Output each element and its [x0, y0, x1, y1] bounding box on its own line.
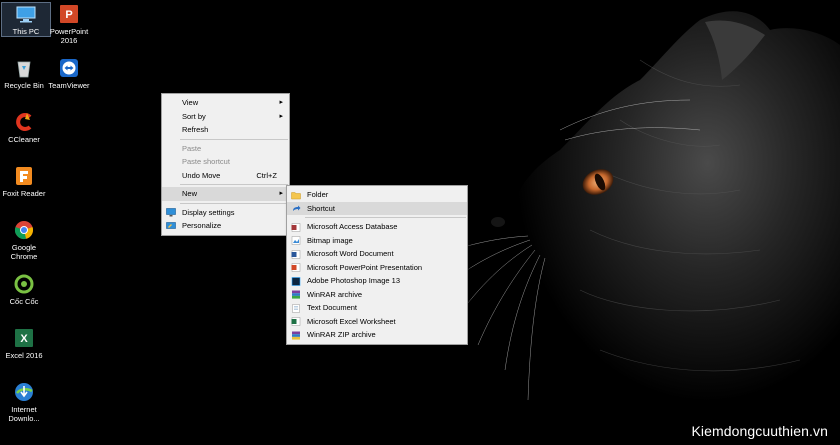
desktop-icon-label: Internet Downlo... — [8, 405, 40, 423]
desktop-icon-label: Foxit Reader — [2, 189, 46, 198]
menu-item-label: WinRAR ZIP archive — [307, 330, 376, 339]
chevron-right-icon: ▸ — [279, 190, 283, 197]
desktop-icon-this-pc[interactable]: This PC — [1, 2, 51, 37]
text-document-icon — [292, 303, 300, 313]
desktop-icon-teamviewer[interactable]: TeamViewer — [45, 57, 93, 90]
menu-item-label: WinRAR archive — [307, 289, 363, 299]
desktop-icon-excel[interactable]: X Excel 2016 — [0, 327, 48, 360]
foxit-icon — [16, 167, 32, 185]
menu-item-display-settings[interactable]: Display settings — [162, 206, 289, 220]
recycle-bin-icon — [17, 61, 31, 78]
menu-item-refresh[interactable]: Refresh — [162, 123, 289, 137]
computer-icon — [16, 6, 36, 23]
desktop-icon-label: This PC — [12, 27, 40, 36]
menu-item-undo-move[interactable]: Undo Move Ctrl+Z — [162, 169, 289, 183]
menu-item-label: Bitmap image — [307, 235, 353, 245]
photoshop-icon — [291, 276, 301, 286]
svg-text:X: X — [20, 333, 28, 345]
coccoc-icon — [14, 274, 34, 294]
menu-item-label: Paste shortcut — [182, 157, 230, 166]
menu-item-label: Microsoft Excel Worksheet — [307, 316, 396, 326]
menu-separator — [305, 217, 466, 218]
menu-separator — [180, 184, 288, 185]
menu-item-view[interactable]: View ▸ — [162, 96, 289, 110]
menu-item-label: Microsoft Word Document — [307, 249, 394, 258]
new-item-winrar-zip-archive[interactable]: WinRAR ZIP archive — [287, 328, 467, 342]
chrome-icon — [14, 221, 34, 240]
menu-item-label: Adobe Photoshop Image 13 — [307, 276, 400, 285]
desktop-icon-label: PowerPoint 2016 — [49, 27, 89, 45]
winrar-zip-icon — [292, 331, 300, 340]
menu-item-label: Undo Move — [182, 170, 221, 180]
teamviewer-icon — [60, 59, 78, 77]
desktop-icon-label: Google Chrome — [10, 243, 38, 261]
new-item-powerpoint-presentation[interactable]: Microsoft PowerPoint Presentation — [287, 261, 467, 275]
desktop-icon-chrome[interactable]: Google Chrome — [0, 219, 48, 261]
display-settings-icon — [166, 208, 176, 217]
winrar-icon — [292, 290, 300, 299]
desktop-icon-foxit[interactable]: Foxit Reader — [0, 165, 48, 198]
excel-icon — [291, 317, 301, 326]
menu-item-paste-shortcut: Paste shortcut — [162, 155, 289, 169]
desktop-icon-ccleaner[interactable]: CCleaner — [0, 111, 48, 144]
desktop-icon-label: Excel 2016 — [5, 351, 43, 360]
desktop-icon-coccoc[interactable]: Cốc Cốc — [0, 273, 48, 306]
menu-item-label: Shortcut — [307, 203, 335, 213]
desktop-icon-label: Recycle Bin — [4, 81, 44, 90]
menu-item-sort-by[interactable]: Sort by ▸ — [162, 110, 289, 124]
menu-item-label: Text Document — [307, 303, 358, 312]
menu-item-label: Microsoft PowerPoint Presentation — [307, 262, 423, 272]
access-icon — [291, 222, 301, 232]
personalize-icon — [166, 221, 176, 229]
desktop-icon-powerpoint[interactable]: P PowerPoint 2016 — [45, 3, 93, 45]
menu-item-paste: Paste — [162, 142, 289, 156]
new-submenu: Folder Shortcut Microsoft Access Databas… — [286, 185, 468, 345]
new-item-folder[interactable]: Folder — [287, 188, 467, 202]
menu-item-label: View — [182, 98, 199, 107]
desktop-icon-label: TeamViewer — [48, 81, 90, 90]
chevron-right-icon: ▸ — [279, 99, 283, 106]
menu-item-label: Display settings — [182, 207, 235, 217]
idm-icon — [15, 383, 33, 401]
new-item-word-document[interactable]: Microsoft Word Document — [287, 247, 467, 261]
menu-item-label: Personalize — [182, 221, 222, 230]
desktop-icon-label: Cốc Cốc — [9, 297, 39, 306]
shortcut-icon — [293, 205, 301, 211]
new-item-access-database[interactable]: Microsoft Access Database — [287, 220, 467, 234]
new-item-shortcut[interactable]: Shortcut — [287, 201, 467, 215]
svg-text:P: P — [65, 9, 72, 21]
bitmap-icon — [291, 236, 301, 245]
watermark: Kiemdongcuuthien.vn — [691, 423, 828, 439]
desktop-icon-idm[interactable]: Internet Downlo... — [0, 381, 48, 423]
folder-icon — [291, 191, 301, 199]
powerpoint-icon — [291, 263, 301, 272]
word-icon — [291, 249, 301, 259]
ccleaner-icon — [16, 113, 32, 131]
new-item-bitmap-image[interactable]: Bitmap image — [287, 234, 467, 248]
excel-icon: X — [15, 329, 33, 347]
chevron-right-icon: ▸ — [279, 112, 283, 120]
powerpoint-icon: P — [60, 5, 78, 23]
menu-item-new[interactable]: New ▸ — [162, 187, 289, 201]
new-item-text-document[interactable]: Text Document — [287, 301, 467, 315]
menu-item-label: Refresh — [182, 125, 209, 134]
menu-item-personalize[interactable]: Personalize — [162, 219, 289, 233]
desktop-context-menu: View ▸ Sort by ▸ Refresh Paste Paste sho… — [161, 93, 290, 236]
menu-item-label: Folder — [307, 190, 329, 199]
menu-separator — [180, 202, 288, 204]
menu-item-label: Sort by — [182, 111, 206, 121]
menu-item-label: New — [182, 189, 198, 198]
desktop-icon-label: CCleaner — [8, 135, 40, 144]
desktop-icon-recycle-bin[interactable]: Recycle Bin — [0, 57, 48, 90]
menu-separator — [180, 138, 288, 140]
menu-item-label: Microsoft Access Database — [307, 222, 398, 231]
new-item-excel-worksheet[interactable]: Microsoft Excel Worksheet — [287, 315, 467, 329]
new-item-photoshop-image[interactable]: Adobe Photoshop Image 13 — [287, 274, 467, 288]
menu-item-shortcut: Ctrl+Z — [256, 170, 277, 180]
new-item-winrar-archive[interactable]: WinRAR archive — [287, 288, 467, 302]
menu-item-label: Paste — [182, 143, 202, 153]
